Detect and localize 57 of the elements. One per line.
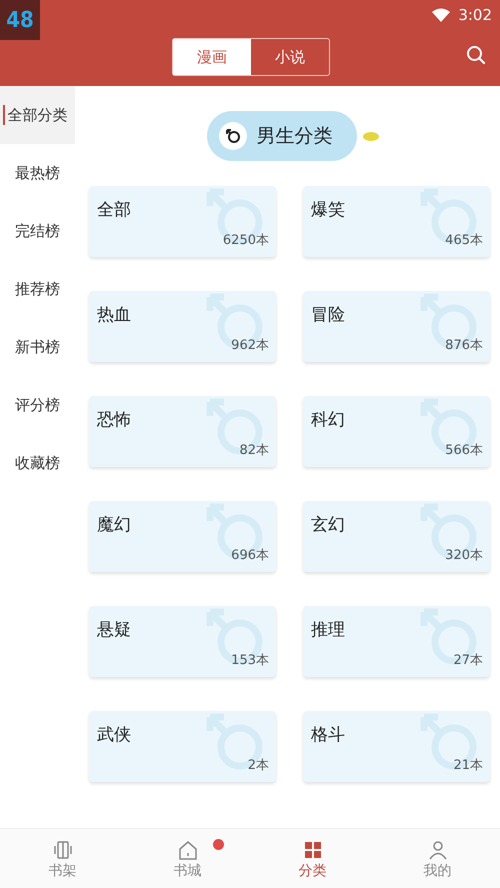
category-name: 悬疑 xyxy=(97,619,131,642)
search-icon[interactable] xyxy=(466,45,486,65)
sidebar-item[interactable]: 最热榜 xyxy=(0,144,75,202)
tab[interactable]: 漫画 xyxy=(173,39,251,75)
category-name: 推理 xyxy=(311,619,345,642)
category-card[interactable]: 武侠 2本 xyxy=(89,711,276,782)
book-count: 27本 xyxy=(453,652,483,670)
sidebar-item[interactable]: 评分榜 xyxy=(0,376,75,434)
category-card[interactable]: 格斗 21本 xyxy=(303,711,490,782)
category-name: 爆笑 xyxy=(311,199,345,222)
category-card[interactable]: 热血 962本 xyxy=(89,291,276,362)
category-name: 格斗 xyxy=(311,724,345,747)
sidebar-item[interactable]: 完结榜 xyxy=(0,202,75,260)
home-icon xyxy=(176,839,198,861)
category-card[interactable]: 推理 27本 xyxy=(303,606,490,677)
category-card[interactable]: 玄幻 320本 xyxy=(303,501,490,572)
wifi-icon xyxy=(432,8,450,22)
sidebar-item[interactable]: 新书榜 xyxy=(0,318,75,376)
status-time: 3:02 xyxy=(458,5,492,26)
category-name: 玄幻 xyxy=(311,514,345,537)
book-count: 6250本 xyxy=(222,232,269,250)
category-name: 冒险 xyxy=(311,304,345,327)
bookshelf-icon xyxy=(52,839,74,861)
sidebar-item[interactable]: 推荐榜 xyxy=(0,260,75,318)
category-card[interactable]: 爆笑 465本 xyxy=(303,186,490,257)
sidebar-item[interactable]: 全部分类 xyxy=(0,86,75,144)
person-icon xyxy=(426,839,448,861)
category-card[interactable]: 科幻 566本 xyxy=(303,396,490,467)
book-count: 2本 xyxy=(248,756,269,774)
status-badge: 48 xyxy=(0,0,40,40)
category-card[interactable]: 魔幻 696本 xyxy=(89,501,276,572)
category-name: 热血 xyxy=(97,304,131,327)
male-symbol-icon xyxy=(218,122,246,150)
nav-tab[interactable]: 分类 xyxy=(250,829,375,888)
dot-icon xyxy=(362,132,378,140)
category-card[interactable]: 冒险 876本 xyxy=(303,291,490,362)
sidebar-item[interactable]: 收藏榜 xyxy=(0,434,75,492)
book-count: 696本 xyxy=(231,546,269,564)
category-name: 武侠 xyxy=(97,724,131,747)
book-count: 320本 xyxy=(445,546,483,564)
category-card[interactable]: 全部 6250本 xyxy=(89,186,276,257)
book-count: 876本 xyxy=(445,336,483,354)
book-count: 465本 xyxy=(445,232,483,250)
section-header: 男生分类 xyxy=(206,111,356,161)
category-name: 科幻 xyxy=(311,409,345,432)
category-card[interactable]: 恐怖 82本 xyxy=(89,396,276,467)
book-count: 82本 xyxy=(239,442,269,460)
category-card[interactable]: 悬疑 153本 xyxy=(89,606,276,677)
book-count: 962本 xyxy=(231,336,269,354)
category-name: 全部 xyxy=(97,199,131,222)
category-name: 魔幻 xyxy=(97,514,131,537)
book-count: 153本 xyxy=(231,652,269,670)
book-count: 21本 xyxy=(453,756,483,774)
category-name: 恐怖 xyxy=(97,409,131,432)
notification-dot xyxy=(213,839,224,850)
tab[interactable]: 小说 xyxy=(251,39,329,75)
book-count: 566本 xyxy=(445,442,483,460)
